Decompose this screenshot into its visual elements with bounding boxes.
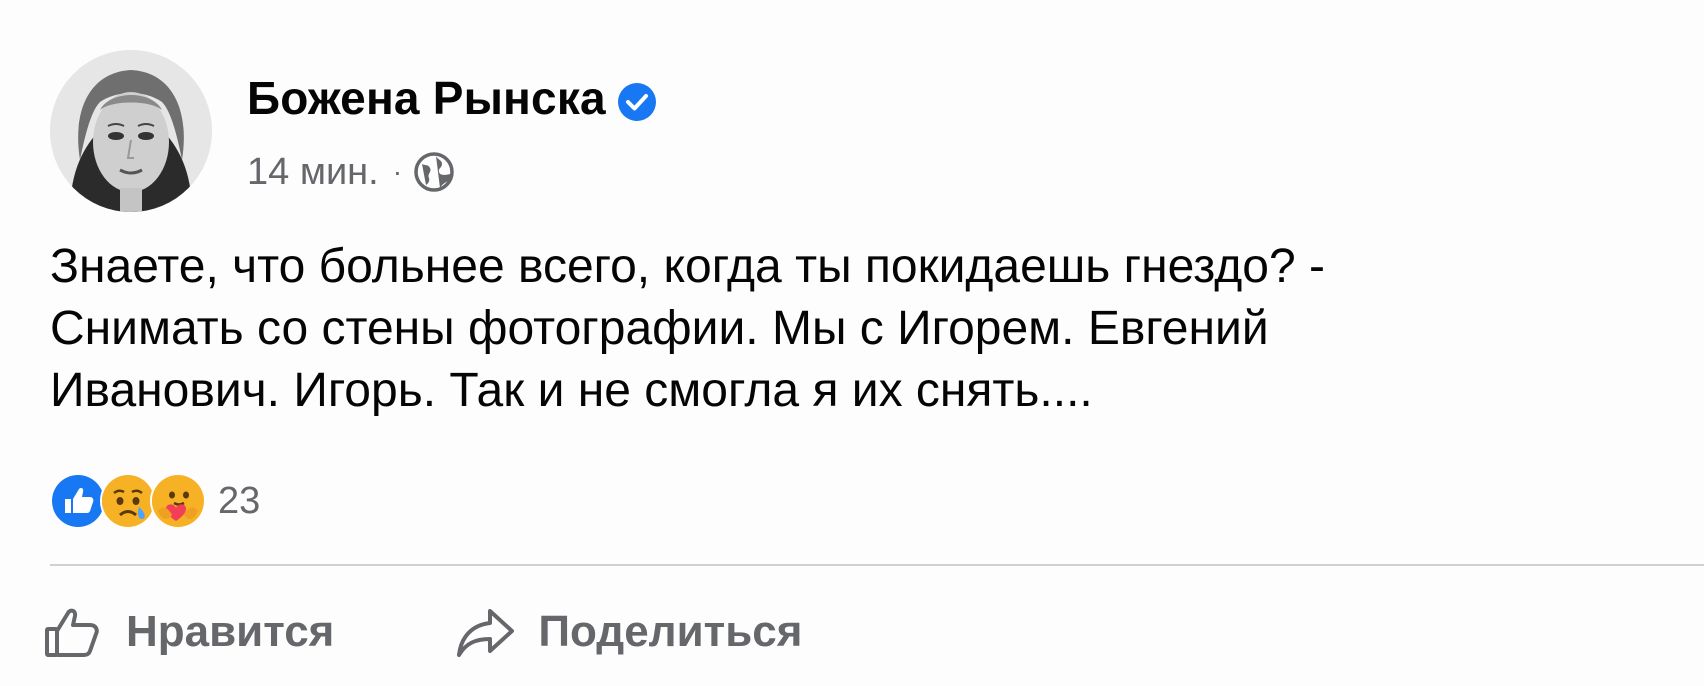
post-card: Божена Рынска 14 мин. · Знаете, что боль… xyxy=(0,0,1704,686)
post-actions: Нравится Поделиться xyxy=(42,592,802,672)
post-meta: 14 мин. · xyxy=(247,148,456,196)
like-button-label: Нравится xyxy=(126,607,335,656)
reactions-summary[interactable]: 23 xyxy=(50,473,260,529)
post-text-line: Знаете, что больнее всего, когда ты поки… xyxy=(50,240,1325,293)
care-icon xyxy=(150,473,206,529)
like-icon xyxy=(50,473,106,529)
sad-icon xyxy=(100,473,156,529)
author-name[interactable]: Божена Рынска xyxy=(247,68,606,128)
actions-divider xyxy=(50,564,1704,566)
share-button[interactable]: Поделиться xyxy=(454,601,802,663)
avatar-portrait xyxy=(50,50,212,212)
post-text-line: Иванович. Игорь. Так и не смогла я их сн… xyxy=(50,364,1093,417)
post-text-line: Снимать со стены фотографии. Мы с Игорем… xyxy=(50,302,1269,355)
post-body: Знаете, что больнее всего, когда ты поки… xyxy=(50,236,1650,422)
reaction-count[interactable]: 23 xyxy=(218,480,260,523)
post-timestamp[interactable]: 14 мин. xyxy=(247,151,379,194)
share-button-label: Поделиться xyxy=(538,607,803,656)
globe-icon xyxy=(412,150,456,194)
share-arrow-icon xyxy=(454,601,516,663)
thumbs-up-icon xyxy=(42,601,104,663)
like-button[interactable]: Нравится xyxy=(42,601,334,663)
verified-badge-icon xyxy=(616,77,658,121)
author-avatar[interactable] xyxy=(50,50,212,212)
meta-separator: · xyxy=(392,156,403,187)
author-header: Божена Рынска xyxy=(247,68,658,128)
